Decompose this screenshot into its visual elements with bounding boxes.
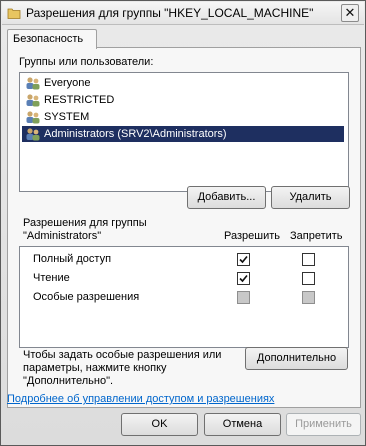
close-button[interactable]: ✕	[341, 4, 359, 22]
deny-column-header: Запретить	[290, 230, 343, 242]
allow-special-checkbox	[237, 291, 250, 304]
advanced-hint-line3: "Дополнительно".	[23, 375, 114, 387]
permission-label-read: Чтение	[33, 272, 70, 284]
checkmark-icon	[239, 274, 248, 283]
users-icon	[26, 94, 40, 107]
checkmark-icon	[239, 255, 248, 264]
permissions-list: Полный доступ Чтение Особые разрешения	[19, 246, 349, 348]
tab-security[interactable]: Безопасность	[7, 29, 97, 49]
list-item-label: SYSTEM	[44, 111, 90, 123]
list-item-label: Administrators (SRV2\Administrators)	[44, 128, 227, 140]
permission-label-special: Особые разрешения	[33, 291, 140, 303]
permissions-dialog: Разрешения для группы "HKEY_LOCAL_MACHIN…	[0, 0, 366, 446]
window-title: Разрешения для группы "HKEY_LOCAL_MACHIN…	[26, 6, 314, 20]
advanced-hint-line2: параметры, нажмите кнопку	[23, 362, 167, 374]
list-item-everyone[interactable]: Everyone	[22, 75, 344, 91]
permission-label-full-access: Полный доступ	[33, 253, 112, 265]
users-list[interactable]: Everyone RESTRICTED SYSTEM Administrator…	[19, 72, 349, 192]
allow-full-access-checkbox[interactable]	[237, 253, 250, 266]
users-icon	[26, 77, 40, 90]
list-item-label: RESTRICTED	[44, 94, 115, 106]
deny-special-checkbox	[302, 291, 315, 304]
advanced-hint-line1: Чтобы задать особые разрешения или	[23, 349, 222, 361]
users-icon	[26, 128, 40, 141]
add-button[interactable]: Добавить...	[187, 186, 266, 209]
list-item-label: Everyone	[44, 77, 91, 89]
permissions-heading-line1: Разрешения для группы	[23, 217, 147, 229]
cancel-button[interactable]: Отмена	[204, 413, 281, 436]
security-panel: Группы или пользователи: Everyone RESTRI…	[7, 47, 361, 408]
tab-label: Безопасность	[13, 33, 84, 45]
deny-read-checkbox[interactable]	[302, 272, 315, 285]
groups-heading: Группы или пользователи:	[19, 56, 154, 68]
help-link[interactable]: Подробнее об управлении доступом и разре…	[7, 393, 274, 405]
list-item-system[interactable]: SYSTEM	[22, 109, 344, 125]
allow-read-checkbox[interactable]	[237, 272, 250, 285]
title-bar[interactable]: Разрешения для группы "HKEY_LOCAL_MACHIN…	[2, 2, 364, 25]
apply-button: Применить	[286, 413, 361, 436]
allow-column-header: Разрешить	[224, 230, 280, 242]
list-item-administrators[interactable]: Administrators (SRV2\Administrators)	[22, 126, 344, 142]
folder-icon	[7, 8, 21, 19]
remove-button[interactable]: Удалить	[271, 186, 350, 209]
list-item-restricted[interactable]: RESTRICTED	[22, 92, 344, 108]
users-icon	[26, 111, 40, 124]
deny-full-access-checkbox[interactable]	[302, 253, 315, 266]
permissions-heading-line2: "Administrators"	[23, 230, 102, 242]
ok-button[interactable]: OK	[121, 413, 198, 436]
advanced-button[interactable]: Дополнительно	[245, 347, 348, 370]
